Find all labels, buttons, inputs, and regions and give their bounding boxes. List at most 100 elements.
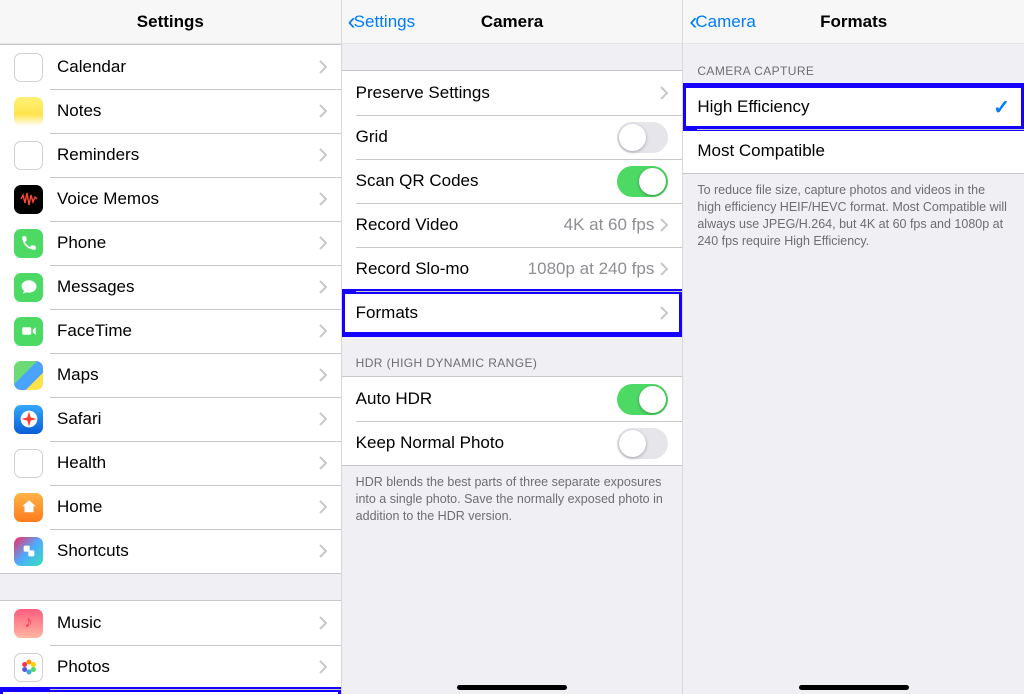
back-button[interactable]: ‹ Camera <box>689 10 755 34</box>
reminders-icon: ⋮ <box>14 141 43 170</box>
chevron-right-icon <box>319 500 327 514</box>
row-label: Auto HDR <box>356 389 618 409</box>
chevron-right-icon <box>660 262 668 276</box>
row-label: Calendar <box>57 57 319 77</box>
formats-scroll[interactable]: CAMERA CAPTURE High Efficiency ✓ Most Co… <box>683 44 1024 694</box>
row-home[interactable]: Home <box>0 485 341 529</box>
row-label: Record Slo-mo <box>356 259 528 279</box>
row-label: Preserve Settings <box>356 83 661 103</box>
chevron-right-icon <box>660 306 668 320</box>
settings-group-2: ♪ Music Photos Camera Game Center <box>0 600 341 694</box>
row-preserve-settings[interactable]: Preserve Settings <box>342 71 683 115</box>
navbar-title: Formats <box>820 12 887 32</box>
row-label: Messages <box>57 277 319 297</box>
row-messages[interactable]: Messages <box>0 265 341 309</box>
row-label: Keep Normal Photo <box>356 433 618 453</box>
phone-icon <box>14 229 43 258</box>
row-label: Safari <box>57 409 319 429</box>
health-icon: ♥ <box>14 449 43 478</box>
row-photos[interactable]: Photos <box>0 645 341 689</box>
chevron-right-icon <box>319 660 327 674</box>
row-label: Voice Memos <box>57 189 319 209</box>
shortcuts-icon <box>14 537 43 566</box>
photos-icon <box>14 653 43 682</box>
music-icon: ♪ <box>14 609 43 638</box>
row-label: High Efficiency <box>697 97 993 117</box>
row-label: Health <box>57 453 319 473</box>
navbar-settings: Settings <box>0 0 341 44</box>
hdr-section-header: HDR (HIGH DYNAMIC RANGE) <box>342 336 683 376</box>
row-music[interactable]: ♪ Music <box>0 601 341 645</box>
row-detail: 4K at 60 fps <box>564 215 661 235</box>
row-camera[interactable]: Camera <box>0 689 341 694</box>
chevron-right-icon <box>319 148 327 162</box>
row-auto-hdr: Auto HDR <box>342 377 683 421</box>
chevron-right-icon <box>319 236 327 250</box>
back-label: Camera <box>695 12 755 32</box>
settings-group-1: Calendar Notes ⋮ Reminders Voice Memos <box>0 44 341 574</box>
row-label: Scan QR Codes <box>356 171 618 191</box>
row-health[interactable]: ♥ Health <box>0 441 341 485</box>
row-label: Grid <box>356 127 618 147</box>
grid-toggle[interactable] <box>617 122 668 153</box>
chevron-right-icon <box>319 324 327 338</box>
formats-group: High Efficiency ✓ Most Compatible <box>683 84 1024 174</box>
chevron-right-icon <box>319 192 327 206</box>
chevron-right-icon <box>319 412 327 426</box>
row-label: Music <box>57 613 319 633</box>
row-label: Notes <box>57 101 319 121</box>
row-label: Maps <box>57 365 319 385</box>
back-button[interactable]: ‹ Settings <box>348 10 415 34</box>
formats-footer: To reduce file size, capture photos and … <box>683 174 1024 262</box>
row-most-compatible[interactable]: Most Compatible <box>683 129 1024 173</box>
navbar-title: Camera <box>481 12 543 32</box>
camera-group-hdr: Auto HDR Keep Normal Photo <box>342 376 683 466</box>
chevron-right-icon <box>660 86 668 100</box>
chevron-right-icon <box>319 544 327 558</box>
row-voice-memos[interactable]: Voice Memos <box>0 177 341 221</box>
calendar-icon <box>14 53 43 82</box>
row-maps[interactable]: Maps <box>0 353 341 397</box>
navbar-camera: ‹ Settings Camera <box>342 0 683 44</box>
chevron-right-icon <box>319 456 327 470</box>
row-grid: Grid <box>342 115 683 159</box>
row-notes[interactable]: Notes <box>0 89 341 133</box>
row-formats[interactable]: Formats <box>342 291 683 335</box>
chevron-right-icon <box>319 60 327 74</box>
safari-icon <box>14 405 43 434</box>
row-label: Formats <box>356 303 661 323</box>
row-calendar[interactable]: Calendar <box>0 45 341 89</box>
auto-hdr-toggle[interactable] <box>617 384 668 415</box>
row-label: Home <box>57 497 319 517</box>
messages-icon <box>14 273 43 302</box>
row-label: Reminders <box>57 145 319 165</box>
row-scan-qr: Scan QR Codes <box>342 159 683 203</box>
maps-icon <box>14 361 43 390</box>
keep-normal-toggle[interactable] <box>617 428 668 459</box>
navbar-formats: ‹ Camera Formats <box>683 0 1024 44</box>
row-reminders[interactable]: ⋮ Reminders <box>0 133 341 177</box>
home-indicator <box>799 685 909 690</box>
row-detail: 1080p at 240 fps <box>528 259 661 279</box>
settings-scroll[interactable]: Calendar Notes ⋮ Reminders Voice Memos <box>0 44 341 694</box>
row-record-slomo[interactable]: Record Slo-mo 1080p at 240 fps <box>342 247 683 291</box>
row-high-efficiency[interactable]: High Efficiency ✓ <box>683 85 1024 129</box>
camera-scroll[interactable]: Preserve Settings Grid Scan QR Codes Rec… <box>342 44 683 694</box>
row-label: Phone <box>57 233 319 253</box>
settings-panel: Settings Calendar Notes ⋮ Reminders <box>0 0 342 694</box>
back-label: Settings <box>354 12 415 32</box>
chevron-right-icon <box>660 218 668 232</box>
row-safari[interactable]: Safari <box>0 397 341 441</box>
row-label: Shortcuts <box>57 541 319 561</box>
checkmark-icon: ✓ <box>993 95 1010 120</box>
scan-qr-toggle[interactable] <box>617 166 668 197</box>
row-facetime[interactable]: FaceTime <box>0 309 341 353</box>
row-label: Record Video <box>356 215 564 235</box>
camera-panel: ‹ Settings Camera Preserve Settings Grid… <box>342 0 684 694</box>
navbar-title: Settings <box>137 12 204 32</box>
row-keep-normal: Keep Normal Photo <box>342 421 683 465</box>
row-record-video[interactable]: Record Video 4K at 60 fps <box>342 203 683 247</box>
formats-panel: ‹ Camera Formats CAMERA CAPTURE High Eff… <box>683 0 1024 694</box>
row-phone[interactable]: Phone <box>0 221 341 265</box>
row-shortcuts[interactable]: Shortcuts <box>0 529 341 573</box>
